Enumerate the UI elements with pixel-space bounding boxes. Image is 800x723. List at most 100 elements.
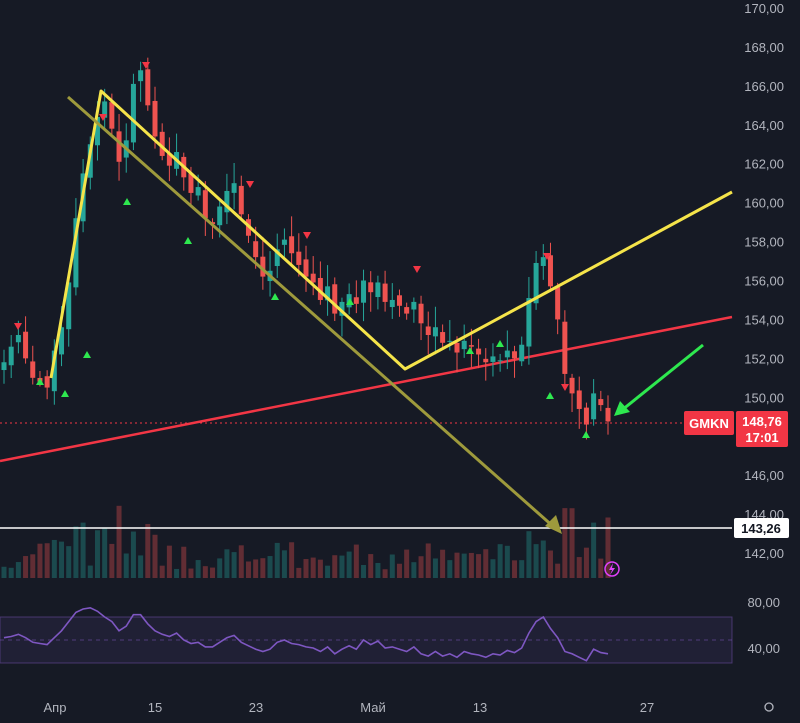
candle-body (138, 70, 144, 82)
volume-bar (512, 560, 518, 578)
volume-bar (109, 543, 115, 578)
volume-bar (102, 528, 108, 578)
sell-signal-marker (561, 384, 569, 391)
volume-bar (224, 549, 230, 578)
volume-bar (303, 559, 309, 578)
candle-body (547, 255, 553, 287)
price-tick-label: 166,00 (744, 79, 784, 94)
time-tick-label: Апр (44, 700, 67, 715)
volume-bar (368, 554, 374, 578)
volume-bar (454, 552, 460, 578)
candle-body (432, 327, 438, 337)
volume-bar (274, 542, 280, 578)
price-tick-label: 152,00 (744, 351, 784, 366)
candle-timer: 17:01 (745, 430, 778, 445)
volume-bar (346, 551, 352, 578)
candle-body (289, 236, 295, 254)
sell-signal-marker (303, 232, 311, 239)
volume-bar (332, 555, 338, 578)
volume-bar (440, 549, 446, 578)
candle-body (512, 351, 518, 359)
sell-signal-marker (142, 62, 150, 69)
volume-bar (44, 543, 50, 578)
candle-body (389, 299, 395, 308)
candle-body (425, 326, 431, 335)
candle-body (375, 282, 381, 298)
volume-bar (253, 559, 259, 578)
candle-body (483, 358, 489, 363)
candle-body (519, 344, 525, 362)
price-tick-label: 164,00 (744, 118, 784, 133)
chart-canvas[interactable]: 170,00 168,00 166,00 164,00 162,00 160,00 158,… (0, 0, 800, 723)
candle-body (526, 298, 532, 347)
buy-signal-marker (36, 378, 44, 385)
candle-body (145, 69, 151, 106)
settings-icon[interactable] (764, 702, 774, 712)
volume-bar (418, 556, 424, 578)
candle-body (332, 284, 338, 314)
signal-markers (14, 62, 590, 438)
volume-bar (576, 557, 582, 578)
volume-bar (217, 558, 223, 578)
time-tick-label: Май (360, 700, 385, 715)
volume-bar (37, 543, 43, 578)
candle-body (583, 407, 589, 425)
volume-bar (317, 559, 323, 578)
volume-bar (289, 542, 295, 578)
buy-signal-marker (83, 351, 91, 358)
rsi-tick-label: 80,00 (747, 595, 780, 610)
green-arrow-line[interactable] (621, 343, 704, 412)
time-tick-label: 23 (249, 700, 263, 715)
candle-body (15, 335, 21, 343)
rsi-axis: 80,00 40,00 (747, 595, 780, 656)
candle-body (468, 345, 474, 347)
volume-bar (490, 559, 496, 578)
volume-bar (447, 560, 453, 578)
buy-signal-marker (61, 390, 69, 397)
candle-body (476, 348, 482, 355)
volume-bar (389, 554, 395, 578)
candle-body (504, 350, 510, 358)
volume-bar (353, 544, 359, 578)
candle-body (310, 273, 316, 283)
candle-body (411, 301, 417, 310)
volume-bar (547, 550, 553, 578)
candle-body (576, 390, 582, 409)
candle-body (440, 332, 446, 343)
price-tick-label: 156,00 (744, 274, 784, 289)
volume-bar (245, 561, 251, 578)
last-price-value: 148,76 (742, 414, 782, 429)
level-badge: 143,26 (734, 518, 789, 538)
rsi-panel (0, 606, 733, 664)
candle-body (8, 346, 14, 366)
price-tick-label: 154,00 (744, 312, 784, 327)
volume-bar (483, 549, 489, 578)
price-tick-label: 150,00 (744, 390, 784, 405)
candle-body (598, 399, 604, 406)
volume-bars (1, 505, 611, 578)
candle-body (238, 185, 244, 215)
candle-body (361, 280, 367, 303)
volume-bar (123, 553, 129, 578)
volume-bar (94, 530, 100, 578)
buy-signal-marker (582, 431, 590, 438)
volume-bar (238, 545, 244, 578)
candle-body (418, 303, 424, 324)
trend-arrow-line[interactable] (67, 95, 556, 530)
buy-signal-marker (496, 340, 504, 347)
volume-bar (540, 540, 546, 578)
volume-bar (296, 567, 302, 578)
volume-bar (310, 557, 316, 578)
volume-bar (30, 554, 36, 578)
price-tick-label: 142,00 (744, 546, 784, 561)
volume-bar (375, 562, 381, 578)
price-axis: 170,00 168,00 166,00 164,00 162,00 160,00 158,… (744, 1, 784, 561)
candle-body (562, 321, 568, 374)
volume-bar (591, 522, 597, 578)
volume-bar (497, 544, 503, 578)
chart[interactable]: 170,00 168,00 166,00 164,00 162,00 160,00 158,… (0, 0, 800, 723)
volume-bar (425, 543, 431, 578)
volume-bar (382, 569, 388, 578)
candle-body (490, 356, 496, 362)
candle-body (540, 257, 546, 266)
